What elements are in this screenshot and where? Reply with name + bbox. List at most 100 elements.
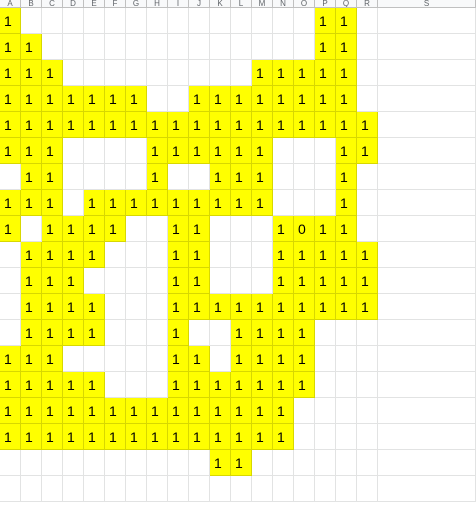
cell-e6[interactable] [84, 138, 105, 164]
cell-a1[interactable]: 1 [0, 8, 21, 34]
cell-l6[interactable]: 1 [231, 138, 252, 164]
cell-i19[interactable] [168, 476, 189, 502]
cell-s13[interactable] [378, 320, 476, 346]
cell-f15[interactable] [105, 372, 126, 398]
cell-q14[interactable] [336, 346, 357, 372]
cell-o18[interactable] [294, 450, 315, 476]
cell-a6[interactable]: 1 [0, 138, 21, 164]
cell-e2[interactable] [84, 34, 105, 60]
cell-k19[interactable] [210, 476, 231, 502]
cell-b3[interactable]: 1 [21, 60, 42, 86]
spreadsheet-grid[interactable]: ABCDEFGHIJKLMNOPQRS111111111111111111111… [0, 0, 476, 513]
cell-i7[interactable] [168, 164, 189, 190]
cell-r8[interactable] [357, 190, 378, 216]
cell-r19[interactable] [357, 476, 378, 502]
cell-h9[interactable] [147, 216, 168, 242]
cell-e11[interactable] [84, 268, 105, 294]
cell-d8[interactable] [63, 190, 84, 216]
cell-p16[interactable] [315, 398, 336, 424]
cell-b4[interactable]: 1 [21, 86, 42, 112]
cell-g5[interactable]: 1 [126, 112, 147, 138]
cell-c7[interactable]: 1 [42, 164, 63, 190]
cell-p12[interactable]: 1 [315, 294, 336, 320]
cell-n6[interactable] [273, 138, 294, 164]
cell-i13[interactable]: 1 [168, 320, 189, 346]
cell-s17[interactable] [378, 424, 476, 450]
cell-n19[interactable] [273, 476, 294, 502]
cell-m13[interactable]: 1 [252, 320, 273, 346]
cell-a14[interactable]: 1 [0, 346, 21, 372]
cell-b1[interactable] [21, 8, 42, 34]
cell-p11[interactable]: 1 [315, 268, 336, 294]
cell-o19[interactable] [294, 476, 315, 502]
cell-n2[interactable] [273, 34, 294, 60]
cell-i3[interactable] [168, 60, 189, 86]
cell-l12[interactable]: 1 [231, 294, 252, 320]
cell-k15[interactable]: 1 [210, 372, 231, 398]
cell-a12[interactable] [0, 294, 21, 320]
cell-f9[interactable]: 1 [105, 216, 126, 242]
cell-s11[interactable] [378, 268, 476, 294]
cell-k2[interactable] [210, 34, 231, 60]
cell-h2[interactable] [147, 34, 168, 60]
cell-s7[interactable] [378, 164, 476, 190]
column-header-d[interactable]: D [63, 0, 84, 8]
cell-e13[interactable]: 1 [84, 320, 105, 346]
cell-f5[interactable]: 1 [105, 112, 126, 138]
cell-j1[interactable] [189, 8, 210, 34]
cell-n16[interactable]: 1 [273, 398, 294, 424]
cell-l3[interactable] [231, 60, 252, 86]
cell-r1[interactable] [357, 8, 378, 34]
cell-c8[interactable]: 1 [42, 190, 63, 216]
cell-e4[interactable]: 1 [84, 86, 105, 112]
cell-j8[interactable]: 1 [189, 190, 210, 216]
cell-i1[interactable] [168, 8, 189, 34]
cell-o1[interactable] [294, 8, 315, 34]
cell-j6[interactable]: 1 [189, 138, 210, 164]
cell-d12[interactable]: 1 [63, 294, 84, 320]
cell-q16[interactable] [336, 398, 357, 424]
cell-p19[interactable] [315, 476, 336, 502]
cell-h16[interactable]: 1 [147, 398, 168, 424]
cell-r2[interactable] [357, 34, 378, 60]
cell-d18[interactable] [63, 450, 84, 476]
cell-h13[interactable] [147, 320, 168, 346]
cell-d13[interactable]: 1 [63, 320, 84, 346]
cell-n3[interactable]: 1 [273, 60, 294, 86]
cell-s4[interactable] [378, 86, 476, 112]
column-header-q[interactable]: Q [336, 0, 357, 8]
cell-c3[interactable]: 1 [42, 60, 63, 86]
column-header-j[interactable]: J [189, 0, 210, 8]
cell-k5[interactable]: 1 [210, 112, 231, 138]
cell-h5[interactable]: 1 [147, 112, 168, 138]
cell-a3[interactable]: 1 [0, 60, 21, 86]
cell-s6[interactable] [378, 138, 476, 164]
cell-p1[interactable]: 1 [315, 8, 336, 34]
cell-l8[interactable]: 1 [231, 190, 252, 216]
cell-b6[interactable]: 1 [21, 138, 42, 164]
cell-d3[interactable] [63, 60, 84, 86]
cell-i12[interactable]: 1 [168, 294, 189, 320]
cell-k3[interactable] [210, 60, 231, 86]
cell-s3[interactable] [378, 60, 476, 86]
cell-j7[interactable] [189, 164, 210, 190]
cell-i18[interactable] [168, 450, 189, 476]
column-header-m[interactable]: M [252, 0, 273, 8]
cell-c15[interactable]: 1 [42, 372, 63, 398]
cell-l16[interactable]: 1 [231, 398, 252, 424]
cell-l19[interactable] [231, 476, 252, 502]
cell-q8[interactable]: 1 [336, 190, 357, 216]
cell-q18[interactable] [336, 450, 357, 476]
cell-j4[interactable]: 1 [189, 86, 210, 112]
cell-m6[interactable]: 1 [252, 138, 273, 164]
cell-s16[interactable] [378, 398, 476, 424]
cell-c11[interactable]: 1 [42, 268, 63, 294]
cell-q9[interactable]: 1 [336, 216, 357, 242]
cell-k17[interactable]: 1 [210, 424, 231, 450]
cell-d16[interactable]: 1 [63, 398, 84, 424]
cell-b17[interactable]: 1 [21, 424, 42, 450]
cell-n13[interactable]: 1 [273, 320, 294, 346]
cell-e3[interactable] [84, 60, 105, 86]
cell-f13[interactable] [105, 320, 126, 346]
cell-a17[interactable]: 1 [0, 424, 21, 450]
